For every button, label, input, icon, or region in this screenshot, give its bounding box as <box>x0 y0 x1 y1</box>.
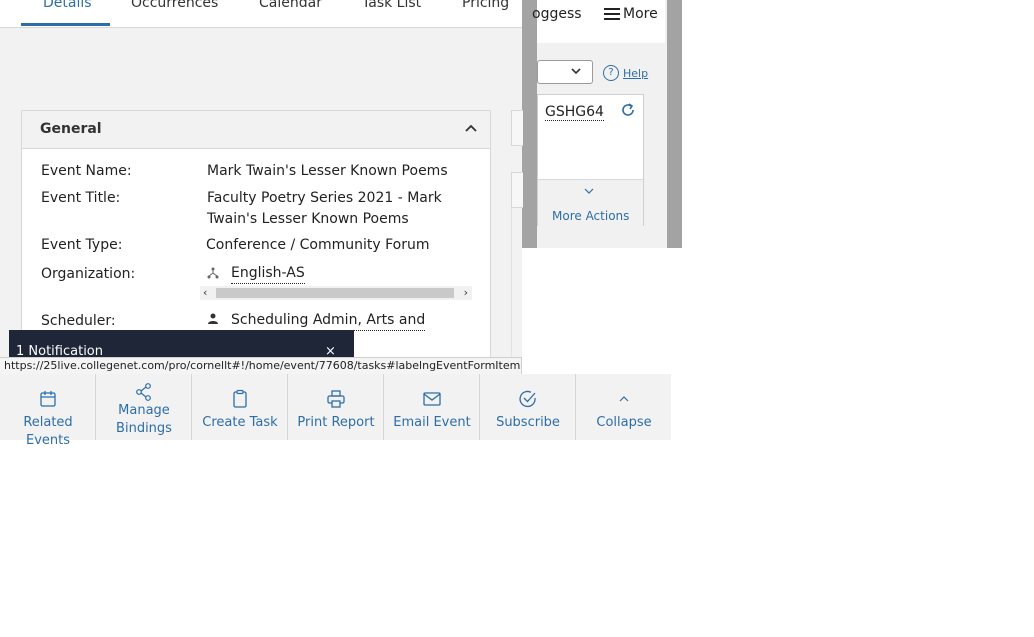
notification-bar[interactable]: 1 Notification × <box>9 330 354 359</box>
user-name[interactable]: oggess <box>532 6 582 22</box>
clipboard-icon <box>233 389 247 408</box>
more-actions-button[interactable]: More Actions <box>538 179 643 226</box>
status-bar-url: https://25live.collegenet.com/pro/cornel… <box>0 357 522 374</box>
scroll-left-icon[interactable]: ‹ <box>203 286 207 300</box>
general-panel: General Event Name: Mark Twain's Lesser … <box>21 110 491 360</box>
general-title: General <box>40 121 102 137</box>
tab-occurrences[interactable]: Occurrences <box>131 0 218 11</box>
email-event-label: Email Event <box>393 415 471 430</box>
tab-task-list[interactable]: Task List <box>362 0 421 11</box>
create-task-label: Create Task <box>202 415 278 430</box>
manage-bindings-label-line1: Manage <box>118 403 170 418</box>
related-events-label: Related Events <box>23 415 73 448</box>
tab-calendar[interactable]: Calendar <box>259 0 322 11</box>
tab-details[interactable]: Details <box>43 0 92 11</box>
event-type-value: Conference / Community Forum <box>206 237 430 253</box>
calendar-icon <box>40 391 56 407</box>
organization-icon <box>207 267 219 279</box>
help-link[interactable]: ? Help <box>603 65 648 81</box>
scheduler-link[interactable]: Scheduling Admin, Arts and <box>231 311 426 331</box>
divider <box>511 208 512 358</box>
event-name-value: Mark Twain's Lesser Known Poems <box>207 163 448 179</box>
event-title-value-line1: Faculty Poetry Series 2021 - Mark <box>207 190 442 206</box>
create-task-button[interactable]: Create Task <box>192 374 288 440</box>
subscribe-button[interactable]: Subscribe <box>480 374 576 440</box>
manage-bindings-button[interactable]: Manage Bindings <box>96 374 192 440</box>
side-panel-stub <box>511 172 523 208</box>
more-menu-button[interactable]: More <box>604 6 658 22</box>
general-panel-header[interactable]: General <box>22 111 490 149</box>
email-event-button[interactable]: Email Event <box>384 374 480 440</box>
collapse-label: Collapse <box>596 415 652 430</box>
event-title-value-line2: Twain's Lesser Known Poems <box>207 211 409 227</box>
subscribe-label: Subscribe <box>496 415 560 430</box>
scroll-right-icon[interactable]: › <box>464 286 468 300</box>
scheduler-label: Scheduler: <box>41 313 116 329</box>
chevron-up-icon[interactable] <box>464 121 478 135</box>
organization-link[interactable]: English-AS <box>231 264 305 284</box>
person-icon <box>208 313 218 324</box>
related-events-button[interactable]: Related Events <box>0 374 96 448</box>
printer-icon <box>327 390 345 408</box>
event-type-label: Event Type: <box>41 237 123 253</box>
scrollbar-thumb[interactable] <box>216 288 454 298</box>
event-code[interactable]: GSHG64 <box>545 104 604 121</box>
active-tab-indicator <box>21 23 110 26</box>
chevron-down-icon <box>584 188 594 194</box>
event-code-card: GSHG64 More Actions <box>537 94 644 226</box>
chevron-up-icon <box>619 396 629 402</box>
check-circle-icon <box>519 390 536 408</box>
chevron-down-icon <box>571 68 581 75</box>
tab-bar: Details Occurrences Calendar Task List P… <box>0 0 522 28</box>
help-icon: ? <box>603 65 619 81</box>
event-title-label: Event Title: <box>41 190 121 206</box>
organization-label: Organization: <box>41 266 136 282</box>
share-icon <box>136 383 151 401</box>
hamburger-icon <box>604 8 620 20</box>
print-report-button[interactable]: Print Report <box>288 374 384 440</box>
refresh-icon[interactable] <box>620 102 636 118</box>
event-name-label: Event Name: <box>41 163 132 179</box>
more-label: More <box>623 6 658 22</box>
more-actions-label: More Actions <box>552 209 630 223</box>
side-panel-stub <box>511 110 523 146</box>
collapse-button[interactable]: Collapse <box>576 374 672 440</box>
print-report-label: Print Report <box>297 415 375 430</box>
envelope-icon <box>423 392 441 406</box>
manage-bindings-label-line2: Bindings <box>116 421 172 436</box>
tab-pricing[interactable]: Pricing <box>462 0 509 11</box>
right-select[interactable] <box>537 60 593 84</box>
help-label: Help <box>623 66 649 80</box>
horizontal-scrollbar[interactable]: ‹ › <box>200 286 472 300</box>
action-toolbar: Related Events Manage Bindings Create Ta… <box>0 374 672 448</box>
